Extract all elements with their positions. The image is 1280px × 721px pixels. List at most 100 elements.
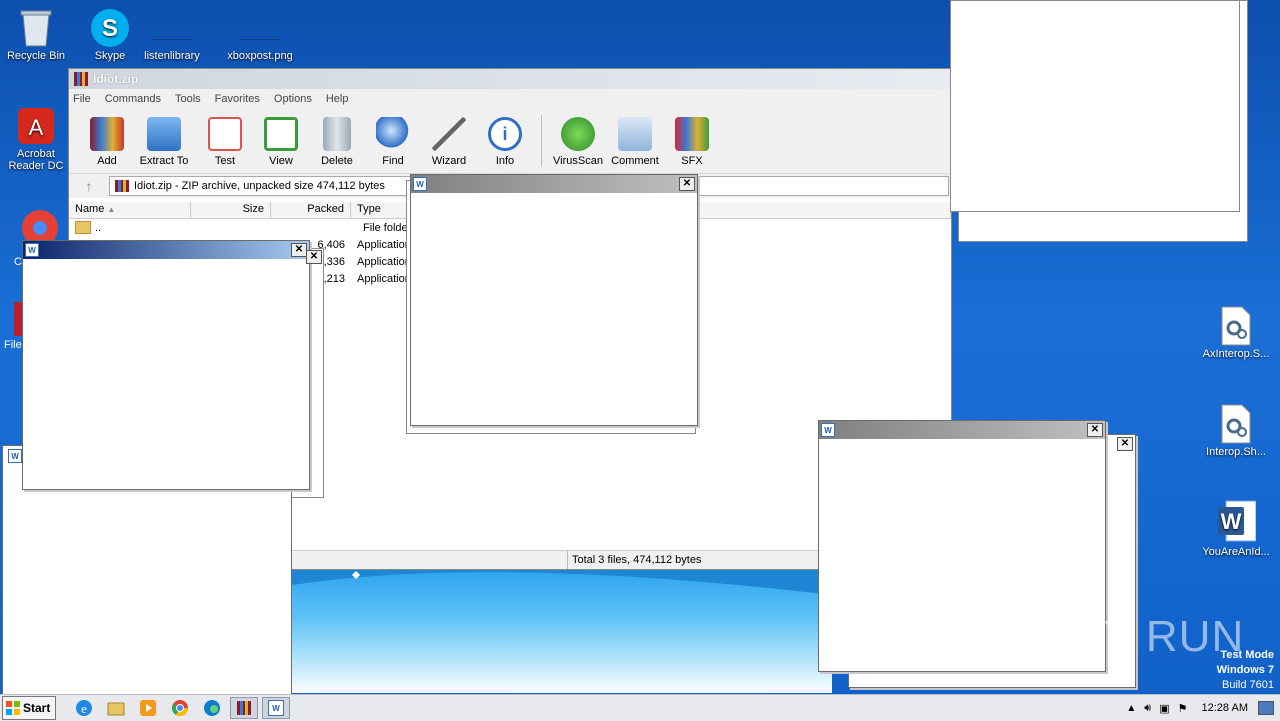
winrar-titlebar[interactable]: Idiot.zip — [69, 69, 951, 89]
desktop-icon-label: xboxpost.png — [227, 50, 293, 62]
word-icon: W — [413, 177, 427, 191]
desktop-icon-label: Interop.Sh... — [1206, 446, 1266, 458]
desktop-icon-listenlibrary[interactable]: listenlibrary — [134, 8, 210, 62]
folder-icon — [107, 702, 125, 716]
desktop-icon-label: listenlibrary — [144, 50, 200, 62]
popup-titlebar[interactable]: W ✕ — [411, 175, 697, 193]
close-button[interactable]: ✕ — [1087, 423, 1103, 437]
extract-to-button[interactable]: Extract To — [131, 117, 197, 173]
menu-tools[interactable]: Tools — [175, 93, 201, 105]
test-button[interactable]: Test — [197, 117, 253, 173]
popup-window[interactable]: W ✕ — [410, 174, 698, 426]
desktop-icon-youareanidiot[interactable]: W YouAreAnId... — [1196, 498, 1276, 558]
column-size[interactable]: Size — [191, 202, 271, 218]
windows-logo-icon — [6, 701, 20, 715]
wizard-button[interactable]: Wizard — [421, 117, 477, 173]
desktop-icon-label: Recycle Bin — [6, 50, 66, 62]
close-button[interactable]: ✕ — [291, 243, 307, 257]
recycle-bin-icon — [16, 8, 56, 48]
menu-favorites[interactable]: Favorites — [215, 93, 260, 105]
desktop-icon-recycle-bin[interactable]: Recycle Bin — [0, 8, 74, 62]
close-button[interactable]: ✕ — [679, 177, 695, 191]
window-fragment — [950, 0, 1240, 212]
file-icon — [152, 8, 192, 48]
image-icon — [240, 8, 280, 48]
dll-gear-icon — [1216, 404, 1256, 444]
media-player-icon — [140, 700, 156, 716]
word-taskbar-button[interactable]: W — [262, 697, 290, 719]
taskbar: Start e W ▲ 🔊︎ ▣ ⚑ 12:28 AM — [0, 694, 1280, 721]
bug-icon — [561, 117, 595, 151]
magnifier-icon — [376, 117, 410, 151]
desktop-icon-label: AxInterop.S... — [1202, 348, 1270, 360]
menu-commands[interactable]: Commands — [105, 93, 161, 105]
start-button[interactable]: Start — [2, 696, 56, 720]
popup-titlebar[interactable]: W ✕ — [23, 241, 309, 259]
desktop-icon-label: Acrobat Reader DC — [8, 148, 64, 172]
clock[interactable]: 12:28 AM — [1202, 702, 1248, 714]
ie-taskbar-button[interactable]: e — [70, 697, 98, 719]
menu-bar: File Commands Tools Favorites Options He… — [69, 89, 951, 109]
ie-icon: e — [76, 700, 92, 716]
popup-titlebar[interactable]: W ✕ — [819, 421, 1105, 439]
add-button[interactable]: Add — [83, 117, 131, 173]
column-packed[interactable]: Packed — [271, 202, 351, 218]
winrar-icon — [237, 701, 251, 715]
menu-file[interactable]: File — [73, 93, 91, 105]
desktop-icon-label: File — [4, 339, 22, 351]
desktop-icon-acrobat[interactable]: A Acrobat Reader DC — [0, 106, 74, 172]
svg-text:A: A — [29, 115, 44, 140]
popup-window[interactable]: W ✕ — [22, 240, 310, 490]
word-doc-icon: W — [1216, 498, 1256, 544]
chrome-taskbar-button[interactable] — [166, 697, 194, 719]
svg-text:e: e — [81, 701, 87, 716]
close-button[interactable]: ✕ — [306, 250, 322, 264]
book-icon — [264, 117, 298, 151]
menu-options[interactable]: Options — [274, 93, 312, 105]
virusscan-button[interactable]: VirusScan — [550, 117, 606, 173]
column-name[interactable]: Name ▲ — [69, 202, 191, 218]
anyrun-watermark: ANY RUN — [1040, 612, 1245, 661]
wand-icon — [432, 117, 466, 151]
svg-text:S: S — [102, 15, 118, 42]
info-button[interactable]: i Info — [477, 117, 533, 173]
status-text: Total 3 files, 474,112 bytes — [567, 551, 701, 569]
volume-icon[interactable]: 🔊︎ — [1144, 702, 1151, 715]
action-center-flag-icon[interactable]: ⚑ — [1178, 702, 1188, 715]
up-arrow-icon[interactable]: ↑ — [69, 178, 109, 194]
sort-asc-icon: ▲ — [107, 205, 116, 214]
find-button[interactable]: Find — [365, 117, 421, 173]
close-button[interactable]: ✕ — [1117, 437, 1133, 451]
network-icon[interactable]: ▣ — [1159, 702, 1169, 715]
menu-help[interactable]: Help — [326, 93, 349, 105]
toolbar: Add Extract To Test View Delete Find Wiz… — [69, 109, 951, 174]
sfx-button[interactable]: SFX — [664, 117, 720, 173]
toolbar-separator — [541, 115, 542, 167]
add-icon — [90, 117, 124, 151]
acrobat-icon: A — [16, 106, 56, 146]
winrar-icon — [14, 302, 24, 336]
comment-button[interactable]: Comment — [606, 117, 664, 173]
desktop-icon-label: YouAreAnId... — [1202, 546, 1270, 558]
desktop-icon-interop[interactable]: Interop.Sh... — [1196, 404, 1276, 458]
word-icon: W — [8, 449, 22, 463]
edge-icon — [204, 700, 220, 716]
desktop-icon-xboxpost[interactable]: xboxpost.png — [222, 8, 298, 62]
svg-text:W: W — [1221, 509, 1242, 534]
show-hidden-icons-icon[interactable]: ▲ — [1126, 703, 1136, 714]
winrar-icon — [115, 180, 129, 192]
delete-button[interactable]: Delete — [309, 117, 365, 173]
view-button[interactable]: View — [253, 117, 309, 173]
winrar-taskbar-button[interactable] — [230, 697, 258, 719]
info-icon: i — [488, 117, 522, 151]
explorer-taskbar-button[interactable] — [102, 697, 130, 719]
desktop-icon-file[interactable]: File — [4, 302, 24, 351]
folder-up-icon — [75, 221, 91, 234]
edge-taskbar-button[interactable] — [198, 697, 226, 719]
desktop-icon-axinterop[interactable]: AxInterop.S... — [1196, 306, 1276, 360]
window-title: Idiot.zip — [93, 72, 139, 86]
show-desktop-icon[interactable] — [1258, 701, 1274, 715]
dll-gear-icon — [1216, 306, 1256, 346]
skype-icon: S — [90, 8, 130, 48]
media-player-taskbar-button[interactable] — [134, 697, 162, 719]
